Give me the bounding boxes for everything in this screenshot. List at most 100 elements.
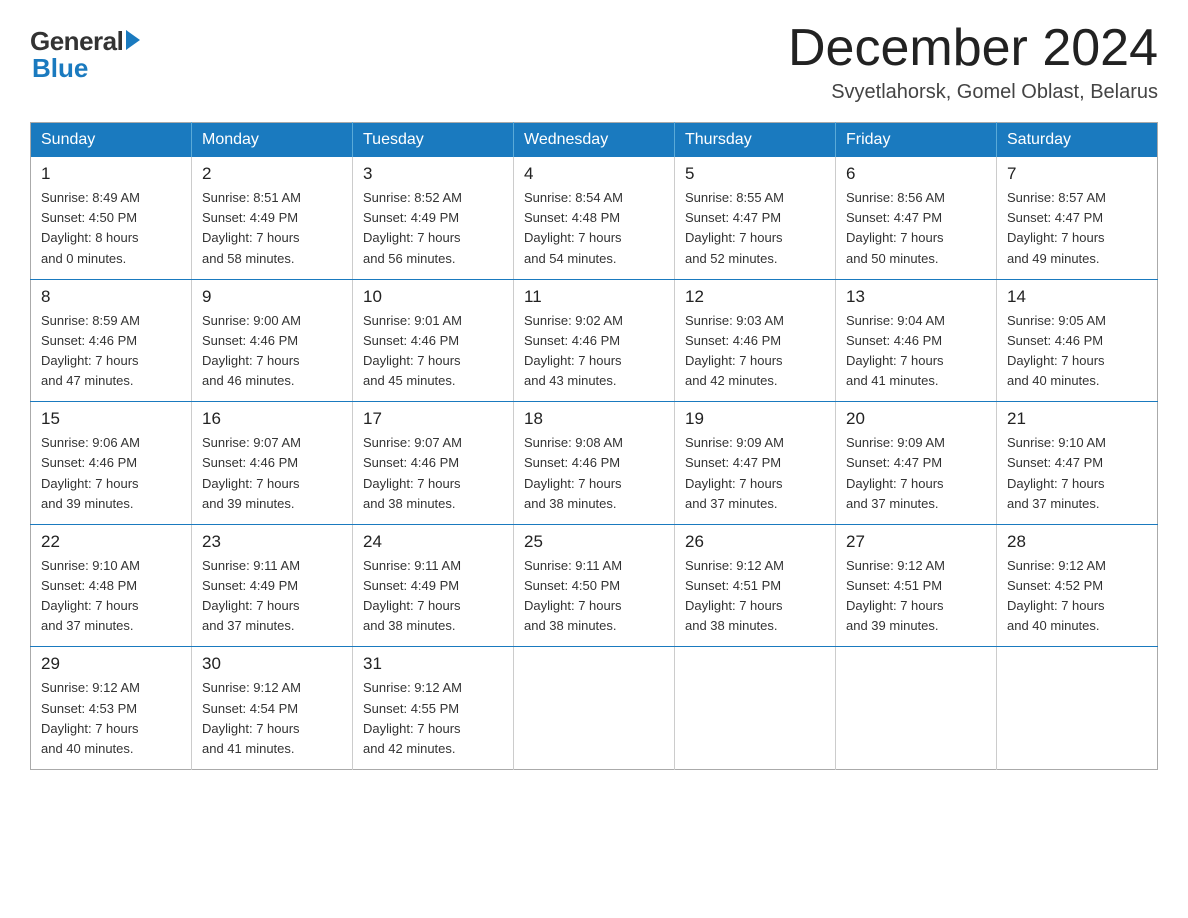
day-number: 13: [846, 287, 986, 307]
day-info: Sunrise: 8:51 AMSunset: 4:49 PMDaylight:…: [202, 188, 342, 269]
calendar-day-cell: 7 Sunrise: 8:57 AMSunset: 4:47 PMDaylight…: [997, 157, 1158, 279]
day-info: Sunrise: 8:59 AMSunset: 4:46 PMDaylight:…: [41, 311, 181, 392]
day-number: 28: [1007, 532, 1147, 552]
day-number: 23: [202, 532, 342, 552]
day-number: 29: [41, 654, 181, 674]
day-info: Sunrise: 9:03 AMSunset: 4:46 PMDaylight:…: [685, 311, 825, 392]
weekday-header-tuesday: Tuesday: [353, 123, 514, 158]
day-info: Sunrise: 9:01 AMSunset: 4:46 PMDaylight:…: [363, 311, 503, 392]
day-info: Sunrise: 8:56 AMSunset: 4:47 PMDaylight:…: [846, 188, 986, 269]
weekday-header-saturday: Saturday: [997, 123, 1158, 158]
day-info: Sunrise: 9:05 AMSunset: 4:46 PMDaylight:…: [1007, 311, 1147, 392]
calendar-day-cell: 21Sunrise: 9:10 AMSunset: 4:47 PMDayligh…: [997, 402, 1158, 525]
day-number: 6: [846, 164, 986, 184]
location-title: Svyetlahorsk, Gomel Oblast, Belarus: [788, 81, 1158, 104]
calendar-day-cell: 13Sunrise: 9:04 AMSunset: 4:46 PMDayligh…: [836, 279, 997, 402]
calendar-day-cell: [675, 647, 836, 770]
calendar-day-cell: [514, 647, 675, 770]
day-info: Sunrise: 9:11 AMSunset: 4:50 PMDaylight:…: [524, 556, 664, 637]
day-info: Sunrise: 8:49 AMSunset: 4:50 PMDaylight:…: [41, 188, 181, 269]
day-number: 11: [524, 287, 664, 307]
calendar-week-row: 15 Sunrise: 9:06 AMSunset: 4:46 PMDayligh…: [31, 402, 1158, 525]
day-info: Sunrise: 9:11 AMSunset: 4:49 PMDaylight:…: [202, 556, 342, 637]
day-number: 21: [1007, 409, 1147, 429]
calendar-day-cell: 28 Sunrise: 9:12 AMSunset: 4:52 PMDayligh…: [997, 524, 1158, 647]
day-info: Sunrise: 9:09 AMSunset: 4:47 PMDaylight:…: [685, 433, 825, 514]
day-number: 26: [685, 532, 825, 552]
weekday-header-sunday: Sunday: [31, 123, 192, 158]
calendar-week-row: 1 Sunrise: 8:49 AMSunset: 4:50 PMDaylight…: [31, 157, 1158, 279]
day-number: 27: [846, 532, 986, 552]
day-number: 12: [685, 287, 825, 307]
calendar-table: SundayMondayTuesdayWednesdayThursdayFrid…: [30, 122, 1158, 770]
day-info: Sunrise: 9:02 AMSunset: 4:46 PMDaylight:…: [524, 311, 664, 392]
calendar-week-row: 22 Sunrise: 9:10 AMSunset: 4:48 PMDayligh…: [31, 524, 1158, 647]
calendar-day-cell: 25Sunrise: 9:11 AMSunset: 4:50 PMDayligh…: [514, 524, 675, 647]
calendar-day-cell: 18 Sunrise: 9:08 AMSunset: 4:46 PMDayligh…: [514, 402, 675, 525]
day-number: 4: [524, 164, 664, 184]
calendar-day-cell: 20 Sunrise: 9:09 AMSunset: 4:47 PMDayligh…: [836, 402, 997, 525]
weekday-header-friday: Friday: [836, 123, 997, 158]
calendar-day-cell: 16 Sunrise: 9:07 AMSunset: 4:46 PMDayligh…: [192, 402, 353, 525]
day-number: 10: [363, 287, 503, 307]
day-number: 16: [202, 409, 342, 429]
calendar-day-cell: 29 Sunrise: 9:12 AMSunset: 4:53 PMDayligh…: [31, 647, 192, 770]
day-number: 5: [685, 164, 825, 184]
weekday-header-row: SundayMondayTuesdayWednesdayThursdayFrid…: [31, 123, 1158, 158]
day-number: 30: [202, 654, 342, 674]
calendar-day-cell: 14Sunrise: 9:05 AMSunset: 4:46 PMDayligh…: [997, 279, 1158, 402]
day-info: Sunrise: 8:52 AMSunset: 4:49 PMDaylight:…: [363, 188, 503, 269]
calendar-day-cell: 3 Sunrise: 8:52 AMSunset: 4:49 PMDaylight…: [353, 157, 514, 279]
day-info: Sunrise: 9:08 AMSunset: 4:46 PMDaylight:…: [524, 433, 664, 514]
calendar-day-cell: 8 Sunrise: 8:59 AMSunset: 4:46 PMDaylight…: [31, 279, 192, 402]
day-info: Sunrise: 9:12 AMSunset: 4:52 PMDaylight:…: [1007, 556, 1147, 637]
day-info: Sunrise: 9:12 AMSunset: 4:53 PMDaylight:…: [41, 678, 181, 759]
calendar-day-cell: 19Sunrise: 9:09 AMSunset: 4:47 PMDayligh…: [675, 402, 836, 525]
calendar-day-cell: [997, 647, 1158, 770]
weekday-header-monday: Monday: [192, 123, 353, 158]
calendar-day-cell: [836, 647, 997, 770]
day-number: 7: [1007, 164, 1147, 184]
calendar-week-row: 29 Sunrise: 9:12 AMSunset: 4:53 PMDayligh…: [31, 647, 1158, 770]
calendar-day-cell: 5 Sunrise: 8:55 AMSunset: 4:47 PMDaylight…: [675, 157, 836, 279]
day-info: Sunrise: 8:57 AMSunset: 4:47 PMDaylight:…: [1007, 188, 1147, 269]
calendar-day-cell: 26 Sunrise: 9:12 AMSunset: 4:51 PMDayligh…: [675, 524, 836, 647]
calendar-day-cell: 1 Sunrise: 8:49 AMSunset: 4:50 PMDaylight…: [31, 157, 192, 279]
day-number: 20: [846, 409, 986, 429]
day-number: 22: [41, 532, 181, 552]
logo: General Blue: [30, 20, 140, 84]
day-info: Sunrise: 8:55 AMSunset: 4:47 PMDaylight:…: [685, 188, 825, 269]
calendar-day-cell: 12 Sunrise: 9:03 AMSunset: 4:46 PMDayligh…: [675, 279, 836, 402]
day-info: Sunrise: 9:07 AMSunset: 4:46 PMDaylight:…: [202, 433, 342, 514]
month-title: December 2024: [788, 20, 1158, 77]
logo-arrow-icon: [126, 30, 140, 50]
calendar-day-cell: 23 Sunrise: 9:11 AMSunset: 4:49 PMDayligh…: [192, 524, 353, 647]
calendar-day-cell: 30 Sunrise: 9:12 AMSunset: 4:54 PMDayligh…: [192, 647, 353, 770]
day-number: 9: [202, 287, 342, 307]
day-info: Sunrise: 9:06 AMSunset: 4:46 PMDaylight:…: [41, 433, 181, 514]
calendar-day-cell: 24Sunrise: 9:11 AMSunset: 4:49 PMDayligh…: [353, 524, 514, 647]
day-number: 3: [363, 164, 503, 184]
calendar-day-cell: 6 Sunrise: 8:56 AMSunset: 4:47 PMDaylight…: [836, 157, 997, 279]
day-info: Sunrise: 9:12 AMSunset: 4:51 PMDaylight:…: [685, 556, 825, 637]
day-number: 2: [202, 164, 342, 184]
day-info: Sunrise: 9:09 AMSunset: 4:47 PMDaylight:…: [846, 433, 986, 514]
day-info: Sunrise: 9:12 AMSunset: 4:54 PMDaylight:…: [202, 678, 342, 759]
day-number: 8: [41, 287, 181, 307]
day-info: Sunrise: 9:10 AMSunset: 4:48 PMDaylight:…: [41, 556, 181, 637]
calendar-day-cell: 15 Sunrise: 9:06 AMSunset: 4:46 PMDayligh…: [31, 402, 192, 525]
day-number: 18: [524, 409, 664, 429]
title-area: December 2024 Svyetlahorsk, Gomel Oblast…: [788, 20, 1158, 104]
calendar-day-cell: 4Sunrise: 8:54 AMSunset: 4:48 PMDaylight…: [514, 157, 675, 279]
calendar-day-cell: 31Sunrise: 9:12 AMSunset: 4:55 PMDayligh…: [353, 647, 514, 770]
calendar-day-cell: 27Sunrise: 9:12 AMSunset: 4:51 PMDayligh…: [836, 524, 997, 647]
calendar-week-row: 8 Sunrise: 8:59 AMSunset: 4:46 PMDaylight…: [31, 279, 1158, 402]
calendar-day-cell: 10 Sunrise: 9:01 AMSunset: 4:46 PMDayligh…: [353, 279, 514, 402]
day-info: Sunrise: 9:11 AMSunset: 4:49 PMDaylight:…: [363, 556, 503, 637]
calendar-day-cell: 17Sunrise: 9:07 AMSunset: 4:46 PMDayligh…: [353, 402, 514, 525]
day-number: 15: [41, 409, 181, 429]
day-info: Sunrise: 9:12 AMSunset: 4:55 PMDaylight:…: [363, 678, 503, 759]
day-number: 17: [363, 409, 503, 429]
day-info: Sunrise: 9:00 AMSunset: 4:46 PMDaylight:…: [202, 311, 342, 392]
day-number: 1: [41, 164, 181, 184]
